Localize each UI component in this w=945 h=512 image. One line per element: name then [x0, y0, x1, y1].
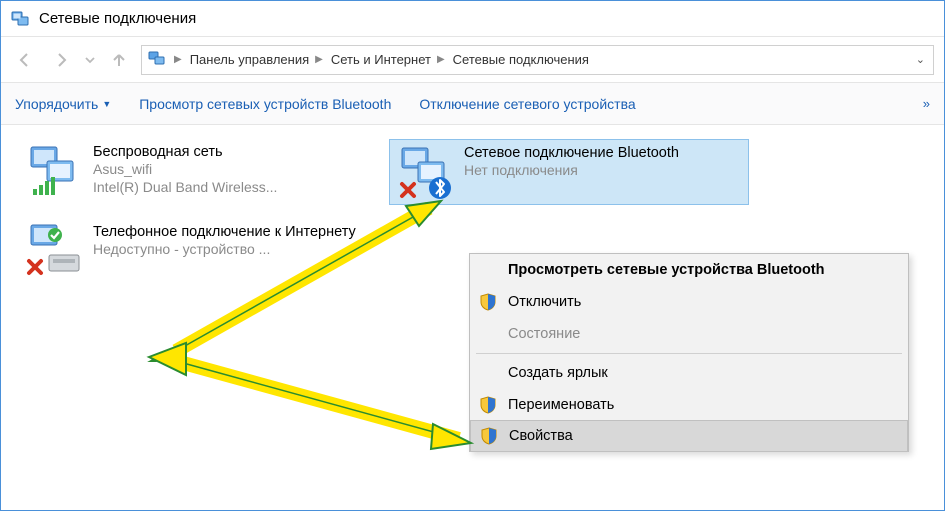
connection-adapter: Intel(R) Dual Band Wireless... — [93, 179, 277, 197]
connection-info: Телефонное подключение к Интернету Недос… — [93, 223, 356, 259]
breadcrumb-network-internet[interactable]: Сеть и Интернет▶ — [331, 52, 449, 67]
chevron-down-icon: ▼ — [102, 99, 111, 109]
menu-view-bt-devices[interactable]: Просмотреть сетевые устройства Bluetooth — [470, 254, 908, 286]
menu-create-shortcut[interactable]: Создать ярлык — [470, 357, 908, 389]
overflow-button[interactable]: » — [923, 96, 930, 111]
breadcrumb-network-connections[interactable]: Сетевые подключения — [453, 52, 589, 67]
history-dropdown[interactable] — [83, 46, 97, 74]
connection-name: Телефонное подключение к Интернету — [93, 223, 356, 241]
menu-status: Состояние — [470, 318, 908, 350]
connection-dialup[interactable]: Телефонное подключение к Интернету Недос… — [19, 219, 379, 283]
address-bar[interactable]: ▶ Панель управления▶ Сеть и Интернет▶ Се… — [141, 45, 934, 75]
menu-disable[interactable]: Отключить — [470, 286, 908, 318]
breadcrumb-control-panel[interactable]: Панель управления▶ — [190, 52, 327, 67]
navigation-bar: ▶ Панель управления▶ Сеть и Интернет▶ Се… — [1, 37, 944, 83]
dialup-adapter-icon — [25, 223, 83, 279]
command-bar: Упорядочить ▼ Просмотр сетевых устройств… — [1, 83, 944, 125]
chevron-right-icon: ▶ — [170, 54, 186, 65]
connection-wifi[interactable]: Беспроводная сеть Asus_wifi Intel(R) Dua… — [19, 139, 379, 205]
shield-icon — [479, 293, 497, 311]
menu-properties[interactable]: Свойства — [470, 420, 908, 452]
menu-rename[interactable]: Переименовать — [470, 389, 908, 421]
forward-button[interactable] — [47, 46, 75, 74]
disable-device-button[interactable]: Отключение сетевого устройства — [419, 96, 635, 112]
connection-name: Сетевое подключение Bluetooth — [464, 144, 679, 162]
address-dropdown-chevron[interactable]: ⌄ — [916, 53, 925, 66]
connection-status: Недоступно - устройство ... — [93, 241, 356, 259]
connection-ssid: Asus_wifi — [93, 161, 277, 179]
shield-icon — [480, 427, 498, 445]
organize-button[interactable]: Упорядочить ▼ — [15, 96, 111, 112]
connection-info: Сетевое подключение Bluetooth Нет подклю… — [464, 144, 679, 180]
connection-status: Нет подключения — [464, 162, 679, 180]
view-bluetooth-devices-button[interactable]: Просмотр сетевых устройств Bluetooth — [139, 96, 391, 112]
network-path-icon — [148, 49, 166, 70]
menu-separator — [476, 353, 902, 354]
shield-icon — [479, 396, 497, 414]
connection-info: Беспроводная сеть Asus_wifi Intel(R) Dua… — [93, 143, 277, 196]
window-title: Сетевые подключения — [39, 10, 196, 27]
connection-bluetooth[interactable]: Сетевое подключение Bluetooth Нет подклю… — [389, 139, 749, 205]
network-adapter-icon — [25, 143, 83, 199]
network-window-icon — [11, 9, 31, 29]
title-bar: Сетевые подключения — [1, 1, 944, 37]
up-button[interactable] — [105, 46, 133, 74]
back-button[interactable] — [11, 46, 39, 74]
connection-name: Беспроводная сеть — [93, 143, 277, 161]
bluetooth-adapter-icon — [396, 144, 454, 200]
context-menu: Просмотреть сетевые устройства Bluetooth… — [469, 253, 909, 452]
